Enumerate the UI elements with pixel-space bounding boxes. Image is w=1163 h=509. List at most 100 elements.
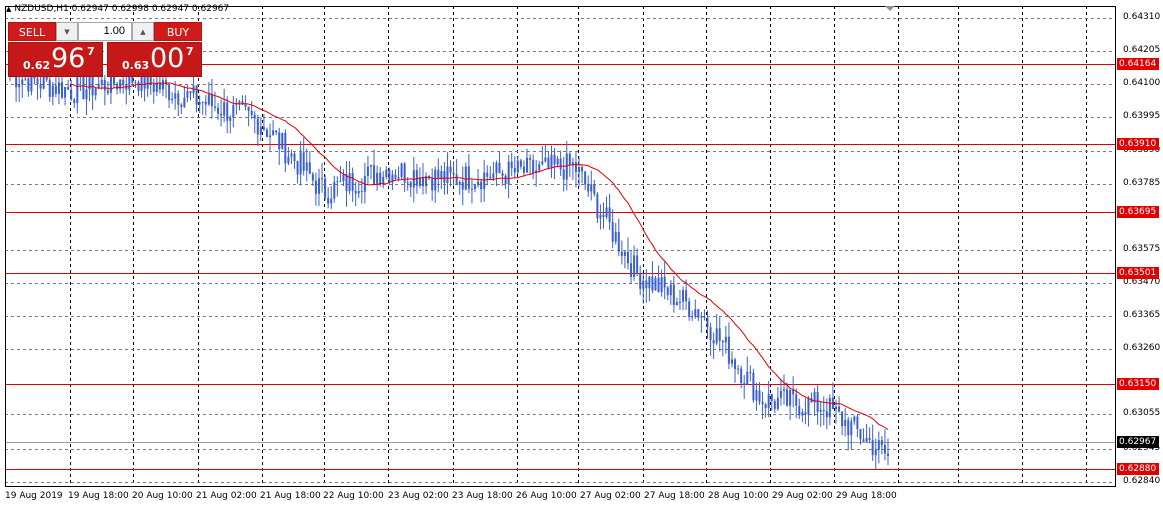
candle-body: [434, 169, 437, 191]
candle-body: [663, 276, 666, 288]
candle-body: [724, 336, 727, 343]
candle-body: [758, 390, 761, 402]
buy-price-quote[interactable]: 0.63 00 7: [107, 42, 202, 77]
price-tick-label: 0.63055: [1123, 408, 1161, 419]
candle-body: [749, 371, 752, 373]
candle-body: [688, 301, 691, 317]
candle-body: [666, 287, 669, 296]
candle-body: [691, 316, 694, 318]
candle-body: [158, 82, 161, 90]
volume-increase-button[interactable]: ▲: [132, 22, 154, 41]
candle-body: [510, 161, 513, 169]
candle-body: [467, 166, 470, 189]
candle-body: [581, 167, 584, 172]
candle-body: [302, 152, 305, 171]
buy-price-pips: 00: [150, 43, 185, 74]
candle-body: [269, 135, 272, 138]
candle-body: [232, 104, 235, 118]
candle-body: [324, 178, 327, 198]
chart-window[interactable]: ▲ NZDUSD,H1 0.62947 0.62998 0.62947 0.629…: [0, 0, 1163, 509]
candle-body: [853, 416, 856, 422]
candle-body: [587, 184, 590, 192]
level-price-label: 0.63910: [1117, 138, 1159, 151]
candle-body: [281, 132, 284, 150]
time-tick-label: 23 Aug 18:00: [452, 491, 513, 501]
one-click-trading-panel: SELL ▼ 1.00 ▲ BUY 0.62 96 7 0.63 00 7: [8, 22, 202, 78]
candle-body: [682, 290, 685, 302]
candle-body: [348, 173, 351, 192]
candle-body: [620, 251, 623, 257]
price-tick-label: 0.64100: [1123, 78, 1161, 89]
volume-decrease-button[interactable]: ▼: [56, 22, 78, 41]
time-tick-label: 23 Aug 02:00: [388, 491, 449, 501]
candle-body: [226, 102, 229, 121]
candle-body: [474, 185, 477, 189]
price-axis[interactable]: 0.643100.642050.641000.639950.638900.637…: [1117, 0, 1163, 489]
candle-body: [369, 165, 372, 167]
candle-body: [388, 169, 391, 183]
level-price-label: 0.63150: [1117, 378, 1159, 391]
candle-body: [122, 79, 125, 86]
time-tick-label: 26 Aug 10:00: [516, 491, 577, 501]
candle-body: [100, 79, 103, 84]
price-tick-label: 0.63575: [1123, 244, 1161, 254]
sell-price-prefix: 0.62: [23, 59, 51, 72]
candle-body: [275, 130, 278, 133]
candle-body: [883, 444, 886, 454]
candle-body: [64, 86, 67, 98]
candle-body: [195, 85, 198, 105]
candle-body: [412, 170, 415, 188]
candle-body: [382, 176, 385, 185]
candle-body: [262, 127, 265, 130]
buy-button[interactable]: BUY: [154, 22, 202, 41]
candle-body: [850, 421, 853, 436]
candle-body: [868, 437, 871, 441]
candle-body: [296, 161, 299, 175]
candle-body: [360, 191, 363, 193]
candle-body: [703, 316, 706, 318]
candle-body: [544, 157, 547, 162]
candle-body: [828, 398, 831, 418]
candle-body: [134, 82, 137, 84]
candle-body: [186, 91, 189, 98]
horizontal-levels: [5, 64, 1115, 470]
candle-body: [440, 171, 443, 179]
candle-body: [740, 368, 743, 384]
candle-body: [550, 154, 553, 168]
candle-body: [174, 93, 177, 99]
sell-price-pips: 96: [51, 43, 86, 74]
candle-body: [455, 174, 458, 185]
triangle-up-icon[interactable]: ▲: [6, 5, 11, 13]
candle-body: [327, 197, 330, 204]
current-price-label: 0.62967: [1117, 435, 1159, 448]
candle-body: [217, 107, 220, 114]
candle-body: [36, 78, 39, 85]
candle-body: [865, 437, 868, 442]
candle-body: [764, 404, 767, 408]
volume-input[interactable]: 1.00: [78, 22, 132, 41]
candle-body: [18, 84, 21, 88]
candle-body: [678, 301, 681, 303]
candle-body: [311, 173, 314, 181]
candle-body: [715, 328, 718, 344]
candle-body: [409, 182, 412, 188]
candle-body: [168, 84, 171, 101]
candle-body: [599, 214, 602, 219]
candle-body: [825, 411, 828, 418]
candle-body: [94, 88, 97, 96]
sell-button[interactable]: SELL: [8, 22, 56, 41]
candle-body: [103, 79, 106, 91]
candle-body: [116, 83, 119, 90]
sell-price-quote[interactable]: 0.62 96 7: [8, 42, 103, 77]
price-tick-label: 0.63785: [1123, 177, 1161, 188]
candle-body: [376, 172, 379, 184]
candle-body: [431, 178, 434, 191]
candle-body: [605, 207, 608, 218]
candle-body: [792, 390, 795, 395]
candle-body: [877, 440, 880, 451]
candle-body: [354, 190, 357, 194]
candle-body: [437, 169, 440, 179]
candle-body: [290, 153, 293, 157]
candle-body: [223, 102, 226, 116]
candle-body: [675, 302, 678, 305]
